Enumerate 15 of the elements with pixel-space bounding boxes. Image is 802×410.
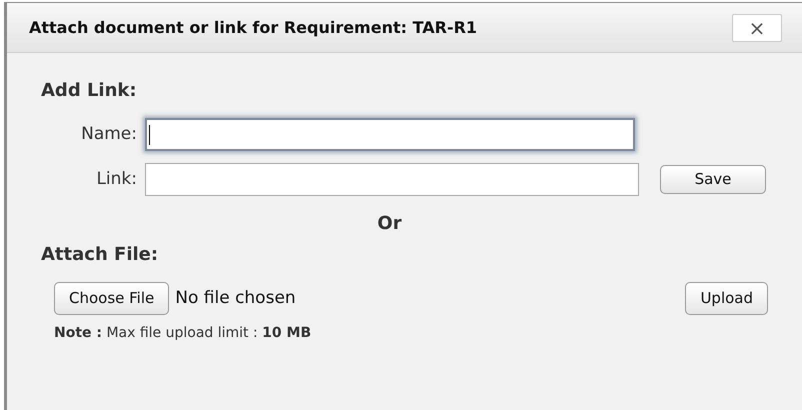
dialog-title: Attach document or link for Requirement: TAR-R1 [29, 16, 478, 38]
field-label: Name: [80, 122, 138, 146]
section-heading: Add Link: [41, 79, 138, 103]
file-status-text: No file chosen [175, 286, 296, 310]
choose-file-button[interactable]: Choose File [54, 282, 170, 315]
input-field[interactable] [145, 163, 639, 196]
upload-button[interactable]: Upload [685, 282, 768, 315]
text-cursor-icon [149, 124, 150, 144]
section-heading: Attach File: [41, 243, 160, 267]
or-separator: Or [377, 212, 402, 236]
save-button[interactable]: Save [660, 165, 766, 194]
close-button[interactable]: × [732, 14, 782, 42]
field-label: Link: [95, 168, 138, 191]
input-field[interactable] [145, 118, 635, 151]
note-text: Note : Max file upload limit : 10 MB [53, 324, 312, 343]
